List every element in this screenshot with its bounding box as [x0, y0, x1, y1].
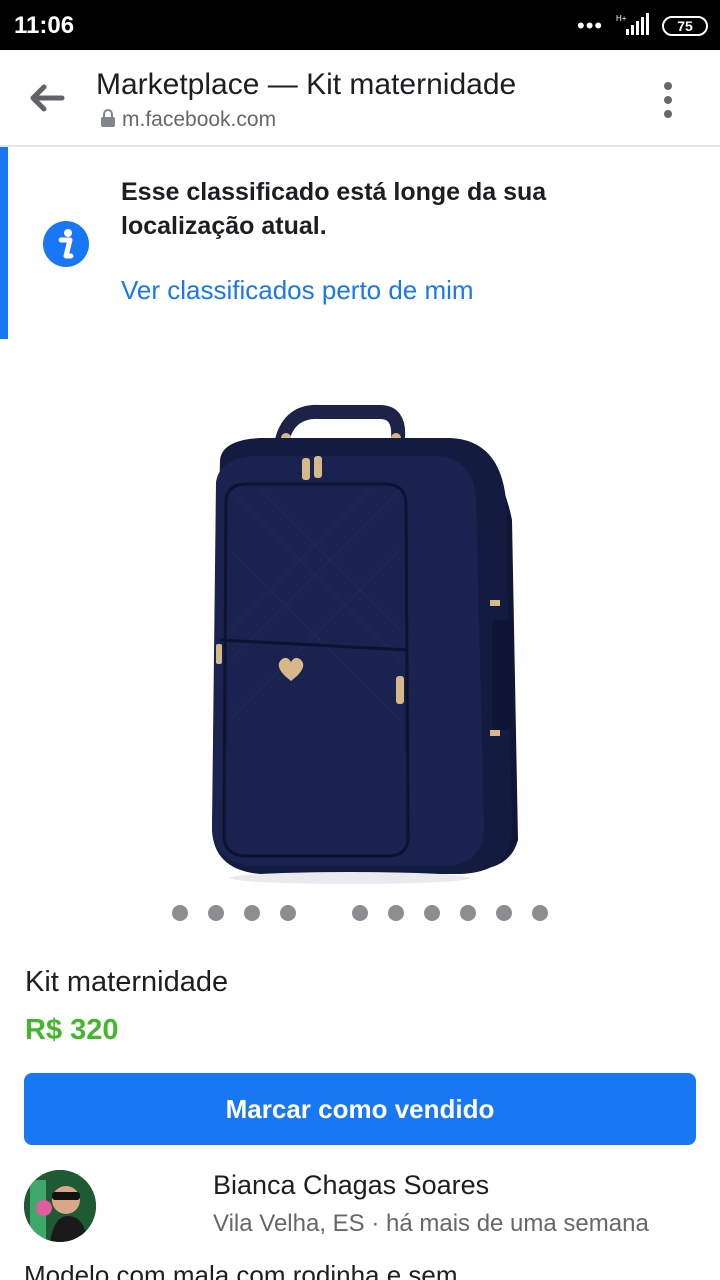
gallery-dot[interactable] [388, 905, 404, 921]
nearby-listings-link[interactable]: Ver classificados perto de mim [121, 275, 474, 306]
more-vertical-icon [650, 82, 686, 118]
listing-title: Kit maternidade [25, 966, 229, 998]
gallery-pagination [0, 905, 720, 925]
mark-as-sold-button[interactable]: Marcar como vendido [24, 1073, 696, 1145]
more-options-button[interactable] [650, 78, 686, 118]
gallery-dot[interactable] [496, 905, 512, 921]
status-time: 11:06 [14, 12, 75, 39]
gallery-dot[interactable] [352, 905, 368, 921]
gallery-dot[interactable] [172, 905, 188, 921]
url-display: m.facebook.com [100, 108, 276, 132]
notification-dots: ••• [577, 13, 604, 38]
info-icon [43, 221, 89, 267]
svg-text:H+: H+ [616, 14, 627, 23]
seller-location-time: Vila Velha, ES · há mais de uma semana [213, 1210, 649, 1237]
listing-description: Modelo com mala com rodinha e sem [24, 1260, 458, 1280]
product-image[interactable] [200, 400, 530, 890]
location-notice: Esse classificado está longe da sua loca… [0, 147, 720, 339]
page-title: Marketplace — Kit maternidade [96, 68, 517, 101]
signal-icon: H+ [616, 13, 649, 35]
url-text: m.facebook.com [122, 108, 277, 131]
gallery-dot[interactable] [460, 905, 476, 921]
browser-header: Marketplace — Kit maternidade m.facebook… [0, 50, 720, 147]
gallery-dot[interactable] [424, 905, 440, 921]
notice-text: Esse classificado está longe da sua loca… [121, 178, 547, 240]
listing-price: R$ 320 [25, 1014, 119, 1046]
battery-icon: 75 [662, 16, 708, 36]
seller-name[interactable]: Bianca Chagas Soares [213, 1170, 489, 1201]
gallery-dot[interactable] [532, 905, 548, 921]
avatar[interactable] [24, 1170, 96, 1242]
arrow-left-icon [30, 84, 65, 112]
gallery-dot[interactable] [244, 905, 260, 921]
notice-accent-bar [0, 147, 8, 339]
status-bar: 11:06 ••• H+ 75 [0, 0, 720, 50]
lock-icon [101, 109, 115, 127]
gallery-dot[interactable] [208, 905, 224, 921]
back-button[interactable] [22, 76, 72, 120]
gallery-dot[interactable] [280, 905, 296, 921]
seller-photo [24, 1170, 96, 1242]
